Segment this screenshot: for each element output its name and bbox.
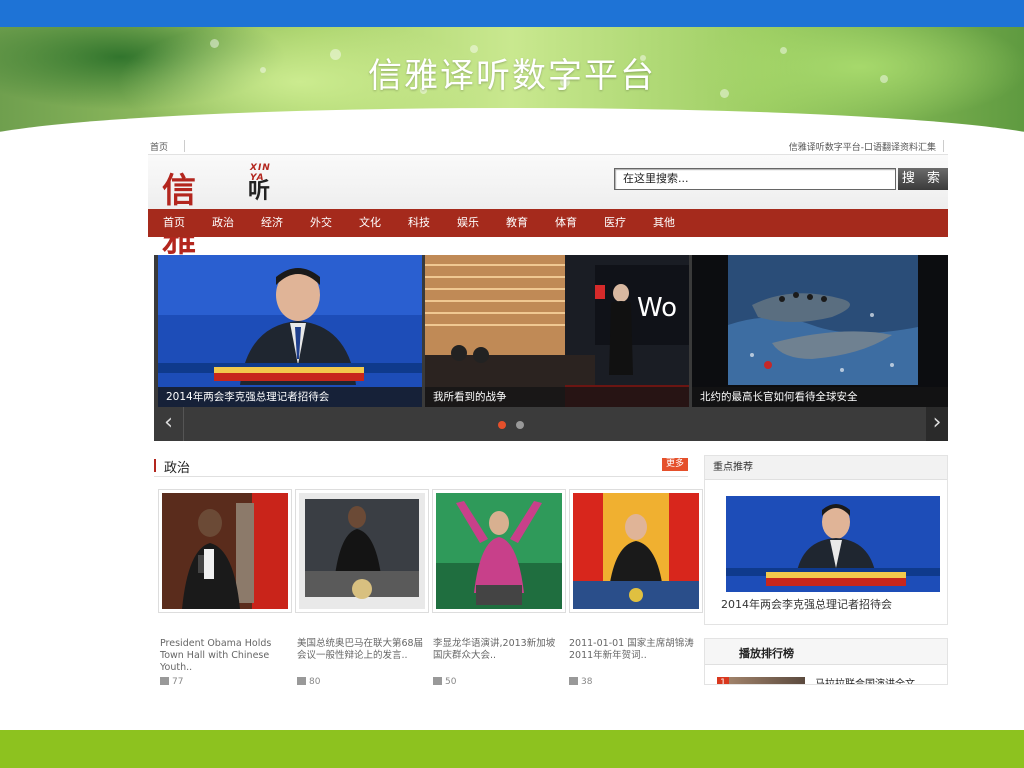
- carousel-next-button[interactable]: ›: [926, 407, 948, 441]
- news-title[interactable]: 李显龙华语演讲,2013新加坡国庆群众大会..: [433, 638, 563, 662]
- un-assembly-image: [299, 493, 425, 609]
- carousel-prev-button[interactable]: ‹: [154, 407, 184, 441]
- obama-townhall-image: [162, 493, 288, 609]
- main-nav: 首页 政治 经济 外交 文化 科技 娱乐 教育 体育 医疗 其他: [148, 209, 948, 237]
- carousel-slide[interactable]: 我所看到的战争 Wo: [425, 255, 689, 407]
- play-count-value: 50: [445, 677, 457, 685]
- play-count: 38: [569, 677, 592, 685]
- slide-title: 信雅译听数字平台: [368, 56, 656, 96]
- carousel-dot-active[interactable]: [498, 421, 506, 429]
- nav-item-medical[interactable]: 医疗: [604, 209, 626, 237]
- nav-item-technology[interactable]: 科技: [408, 209, 430, 237]
- press-conference-image: [158, 255, 422, 407]
- news-thumbnail[interactable]: [295, 489, 429, 613]
- search-input[interactable]: 在这里搜索...: [614, 168, 896, 190]
- new-year-address-image: [573, 493, 699, 609]
- play-count: 50: [433, 677, 456, 685]
- play-count: 77: [160, 677, 183, 685]
- carousel-dot[interactable]: [516, 421, 524, 429]
- play-count: 80: [297, 677, 320, 685]
- nav-item-education[interactable]: 教育: [506, 209, 528, 237]
- play-icon: [160, 677, 169, 685]
- presentation-slide: 信雅译听数字平台 首页 信雅译听数字平台-口语翻译资料汇集 信雅 XIN YA …: [0, 0, 1024, 768]
- singapore-rally-image: [436, 493, 562, 609]
- ranking-item[interactable]: 1 马拉拉联合国演讲全文: [717, 675, 947, 685]
- play-count-value: 77: [172, 677, 184, 685]
- nav-item-politics[interactable]: 政治: [212, 209, 234, 237]
- carousel-controls: ‹ ›: [154, 407, 948, 441]
- site-top-links: 首页 信雅译听数字平台-口语翻译资料汇集: [148, 137, 948, 155]
- section-title: 政治: [164, 461, 191, 476]
- play-icon: [569, 677, 578, 685]
- news-title[interactable]: President Obama Holds Town Hall with Chi…: [160, 638, 290, 674]
- section-accent-bar: [154, 459, 156, 472]
- section-header: 政治 更多: [154, 455, 688, 477]
- divider: [184, 140, 185, 152]
- nav-item-diplomacy[interactable]: 外交: [310, 209, 332, 237]
- play-icon: [297, 677, 306, 685]
- nav-item-sports[interactable]: 体育: [555, 209, 577, 237]
- news-title[interactable]: 2011-01-01 国家主席胡锦涛2011年新年贺词..: [569, 638, 699, 662]
- play-count-value: 80: [309, 677, 321, 685]
- nav-item-home[interactable]: 首页: [163, 209, 185, 237]
- news-title[interactable]: 美国总统奥巴马在联大第68届会议一般性辩论上的发言..: [297, 638, 427, 662]
- featured-recommendation: 重点推荐 2014年两会李克强总理记者招待会: [704, 455, 948, 625]
- carousel-slide[interactable]: 2014年两会李克强总理记者招待会: [158, 255, 422, 407]
- divider: [943, 140, 944, 152]
- site-tagline-link[interactable]: 信雅译听数字平台-口语翻译资料汇集: [789, 140, 936, 153]
- politics-section: 政治 更多 President Obama Holds Town Hall wi…: [148, 455, 703, 685]
- ranking-thumbnail: [729, 677, 805, 684]
- boat-at-sea-image: [692, 255, 948, 407]
- slide-caption: 北约的最高长官如何看待全球安全: [692, 387, 948, 407]
- ranking-number: 1: [717, 677, 729, 684]
- site-header: 信雅 XIN YA 听译 在这里搜索... 搜 索: [148, 155, 948, 260]
- featured-caption[interactable]: 2014年两会李克强总理记者招待会: [721, 596, 892, 612]
- news-thumbnail[interactable]: [158, 489, 292, 613]
- play-ranking: 播放排行榜 1 马拉拉联合国演讲全文: [704, 638, 948, 685]
- news-thumbnail[interactable]: [432, 489, 566, 613]
- featured-carousel: 2014年两会李克强总理记者招待会 我所看到的战争 Wo 北约的最高长官如何看待…: [154, 255, 948, 441]
- search-button[interactable]: 搜 索: [898, 168, 948, 190]
- home-link[interactable]: 首页: [150, 140, 168, 153]
- play-icon: [433, 677, 442, 685]
- nav-item-economy[interactable]: 经济: [261, 209, 283, 237]
- top-color-band: [0, 0, 1024, 27]
- slide-caption: 我所看到的战争: [425, 387, 689, 407]
- carousel-slide[interactable]: 北约的最高长官如何看待全球安全: [692, 255, 948, 407]
- ranking-item-title: 马拉拉联合国演讲全文: [815, 679, 915, 685]
- ted-talk-image: [425, 255, 689, 407]
- news-thumbnail[interactable]: [569, 489, 703, 613]
- nav-item-entertainment[interactable]: 娱乐: [457, 209, 479, 237]
- ranking-title: 播放排行榜: [739, 647, 794, 660]
- bottom-color-band: [0, 730, 1024, 768]
- play-count-value: 38: [581, 677, 593, 685]
- featured-title: 重点推荐: [705, 456, 947, 480]
- nav-item-culture[interactable]: 文化: [359, 209, 381, 237]
- ranking-header: 播放排行榜: [705, 639, 947, 665]
- ted-stage-graphic: Wo: [637, 293, 678, 323]
- featured-press-conference-image[interactable]: [726, 496, 940, 592]
- nav-item-other[interactable]: 其他: [653, 209, 675, 237]
- website-screenshot: 首页 信雅译听数字平台-口语翻译资料汇集 信雅 XIN YA 听译 在这里搜索.…: [148, 137, 948, 685]
- slide-caption: 2014年两会李克强总理记者招待会: [158, 387, 422, 407]
- more-link[interactable]: 更多: [661, 458, 688, 471]
